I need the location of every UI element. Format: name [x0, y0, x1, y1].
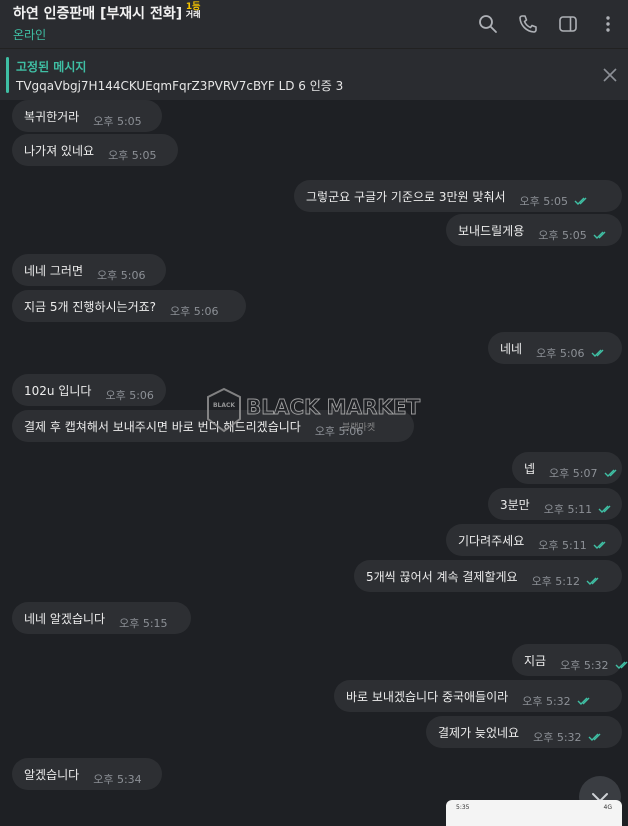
incoming-message[interactable]: 102u 입니다 오후 5:06 — [12, 374, 166, 406]
message-text: 복귀한거라 — [24, 109, 80, 124]
message-text: 3분만 — [500, 497, 530, 512]
close-icon[interactable] — [600, 65, 620, 85]
incoming-message[interactable]: 네네 알겠습니다 오후 5:15 — [12, 602, 191, 634]
outgoing-message[interactable]: 결제가 늦었네요 오후 5:32 — [426, 716, 622, 748]
message-time: 오후 5:05 — [108, 149, 157, 162]
message-time: 오후 5:32 — [560, 659, 609, 672]
read-receipt-icon — [593, 540, 609, 550]
message-time: 오후 5:15 — [119, 617, 168, 630]
message-time: 오후 5:32 — [533, 731, 582, 744]
message-time: 오후 5:05 — [93, 115, 142, 128]
message-time: 오후 5:06 — [105, 389, 154, 402]
outgoing-message[interactable]: 바로 보내겠습니다 중국애들이라 오후 5:32 — [334, 680, 622, 712]
search-icon[interactable] — [468, 0, 508, 48]
outgoing-message[interactable]: 3분만 오후 5:11 — [488, 488, 622, 520]
incoming-message[interactable]: 복귀한거라 오후 5:05 — [12, 100, 162, 132]
message-time: 오후 5:06 — [97, 269, 146, 282]
read-receipt-icon — [577, 696, 593, 706]
outgoing-message[interactable]: 지금 오후 5:32 — [512, 644, 628, 676]
message-time: 오후 5:05 — [538, 229, 587, 242]
online-status: 온라인 — [13, 28, 47, 42]
message-time: 오후 5:32 — [522, 695, 571, 708]
more-vert-icon[interactable] — [588, 0, 628, 48]
message-text: 네네 — [500, 341, 523, 356]
outgoing-message[interactable]: 넵 오후 5:07 — [512, 452, 622, 484]
message-text: 네네 그러면 — [24, 263, 84, 278]
incoming-message[interactable]: 알겠습니다 오후 5:34 — [12, 758, 162, 790]
outgoing-message[interactable]: 네네 오후 5:06 — [488, 332, 622, 364]
message-text: 나가져 있네요 — [24, 143, 95, 158]
rank-badge-bottom: 거래 — [185, 10, 201, 19]
message-text: 5개씩 끊어서 계속 결제할게요 — [366, 569, 518, 584]
read-receipt-icon — [588, 732, 604, 742]
header-actions — [468, 0, 628, 48]
message-time: 오후 5:06 — [170, 305, 219, 318]
read-receipt-icon — [593, 230, 609, 240]
message-time: 오후 5:12 — [531, 575, 581, 588]
message-text: 바로 보내겠습니다 중국애들이라 — [346, 689, 509, 704]
message-text: 결제가 늦었네요 — [438, 725, 520, 740]
message-time: 오후 5:06 — [536, 347, 585, 360]
read-receipt-icon — [615, 660, 628, 670]
message-text: 그렇군요 구글가 기준으로 3만원 맞춰서 — [306, 189, 506, 204]
message-text: 지금 — [524, 653, 547, 668]
preview-time: 5:35 — [456, 804, 470, 811]
phone-icon[interactable] — [508, 0, 548, 48]
pinned-message-bar[interactable]: 고정된 메시지 TVgqaVbgj7H144CKUEqmFqrZ3PVRV7cB… — [0, 48, 628, 100]
screenshot-preview-thumbnail[interactable]: 5:35 4G — [446, 800, 622, 826]
message-time: 오후 5:07 — [549, 467, 598, 480]
message-text: 보내드릴게용 — [458, 223, 525, 238]
outgoing-message[interactable]: 5개씩 끊어서 계속 결제할게요 오후 5:12 — [354, 560, 622, 592]
message-time: 오후 5:11 — [543, 503, 593, 516]
incoming-message[interactable]: 나가져 있네요 오후 5:05 — [12, 134, 178, 166]
read-receipt-icon — [574, 196, 590, 206]
read-receipt-icon — [598, 504, 614, 514]
outgoing-message[interactable]: 그렇군요 구글가 기준으로 3만원 맞춰서 오후 5:05 — [294, 180, 622, 212]
message-text: 기다려주세요 — [458, 533, 525, 548]
message-text: 102u 입니다 — [24, 383, 92, 398]
message-text: 지금 5개 진행하시는거죠? — [24, 299, 157, 314]
preview-status: 4G — [603, 804, 612, 811]
incoming-message[interactable]: 네네 그러면 오후 5:06 — [12, 254, 166, 286]
message-time: 오후 5:34 — [93, 773, 142, 786]
pinned-accent-bar — [6, 57, 9, 93]
message-time: 오후 5:11 — [538, 539, 587, 552]
message-text: 결제 후 캡쳐해서 보내주시면 바로 번디 해드리겠습니다 — [24, 419, 301, 434]
chat-title-line: 하연 인증판매 [부재시 전화] 1등 거래 — [13, 3, 201, 23]
read-receipt-icon — [604, 468, 620, 478]
message-text: 넵 — [524, 461, 536, 476]
chat-title[interactable]: 하연 인증판매 [부재시 전화] — [13, 5, 182, 23]
message-text: 알겠습니다 — [24, 767, 80, 782]
message-time: 오후 5:05 — [519, 195, 568, 208]
outgoing-message[interactable]: 기다려주세요 오후 5:11 — [446, 524, 622, 556]
incoming-message[interactable]: 결제 후 캡쳐해서 보내주시면 바로 번디 해드리겠습니다 오후 5:06 — [12, 410, 414, 442]
message-list[interactable]: 복귀한거라 오후 5:05 나가져 있네요 오후 5:05 그렇군요 구글가 기준으로 … — [0, 100, 628, 826]
chat-header: 하연 인증판매 [부재시 전화] 1등 거래 온라인 — [0, 0, 628, 48]
message-text: 네네 알겠습니다 — [24, 611, 106, 626]
message-time: 오후 5:06 — [314, 425, 364, 438]
outgoing-message[interactable]: 보내드릴게용 오후 5:05 — [446, 214, 622, 246]
read-receipt-icon — [586, 576, 602, 586]
read-receipt-icon — [591, 348, 607, 358]
pinned-text: TVgqaVbgj7H144CKUEqmFqrZ3PVRV7cBYF LD 6 … — [16, 79, 344, 93]
rank-badge: 1등 거래 — [185, 3, 201, 19]
sidebar-toggle-icon[interactable] — [548, 0, 588, 48]
pinned-label: 고정된 메시지 — [16, 60, 87, 74]
incoming-message[interactable]: 지금 5개 진행하시는거죠? 오후 5:06 — [12, 290, 246, 322]
